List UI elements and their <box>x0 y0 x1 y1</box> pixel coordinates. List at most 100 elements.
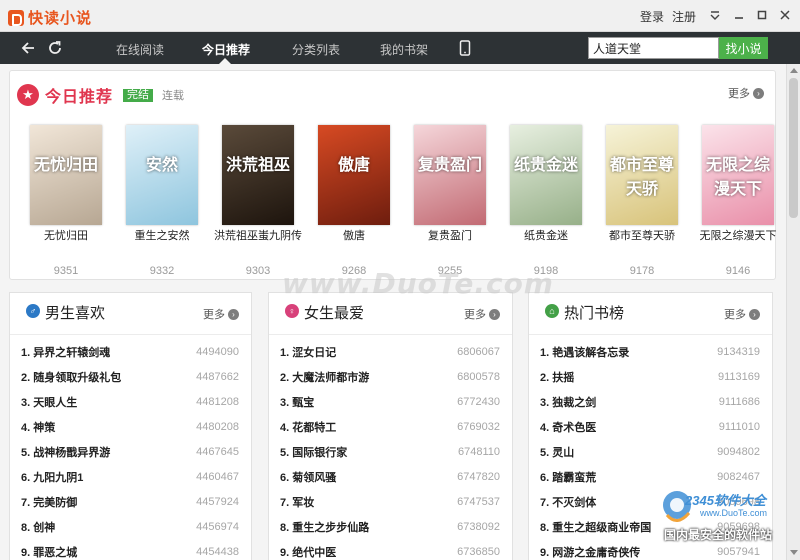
rank-book-name[interactable]: 1. 艳遇该解各忘录 <box>540 344 629 360</box>
book-title[interactable]: 无忧归田 <box>18 229 114 257</box>
rank-row[interactable]: 8. 创神 4456974 <box>21 514 239 539</box>
book-card[interactable]: 复贵盈门 复贵盈门 9255 <box>402 125 498 277</box>
rank-book-name[interactable]: 9. 网游之金庸奇侠传 <box>540 544 640 560</box>
book-title[interactable]: 重生之安然 <box>114 229 210 257</box>
rank-row[interactable]: 7. 军妆 6747537 <box>280 489 500 514</box>
rank-book-name[interactable]: 9. 绝代中医 <box>280 544 336 560</box>
book-card[interactable]: 都市至尊天骄 都市至尊天骄 9178 <box>594 125 690 277</box>
serial-tag[interactable]: 连载 <box>162 87 184 103</box>
rank-book-name[interactable]: 8. 重生之超级商业帝国 <box>540 519 651 535</box>
book-cover[interactable]: 纸贵金迷 <box>510 125 582 225</box>
rank-row[interactable]: 4. 神策 4480208 <box>21 414 239 439</box>
male-more-link[interactable]: 更多 › <box>203 306 239 322</box>
back-arrow-icon[interactable] <box>18 38 38 58</box>
rank-book-name[interactable]: 6. 九阳九阴1 <box>21 469 83 485</box>
rank-row[interactable]: 1. 艳遇该解各忘录 9134319 <box>540 339 760 364</box>
book-cover[interactable]: 无忧归田 <box>30 125 102 225</box>
rank-row[interactable]: 4. 花都特工 6769032 <box>280 414 500 439</box>
nav-online-reading[interactable]: 在线阅读 <box>116 41 164 58</box>
mobile-phone-icon[interactable] <box>455 38 475 58</box>
book-cover[interactable]: 洪荒祖巫 <box>222 125 294 225</box>
book-title[interactable]: 洪荒祖巫蚩九阴传 <box>210 229 306 257</box>
book-title[interactable]: 纸贵金迷 <box>498 229 594 257</box>
rank-book-name[interactable]: 6. 菊领风骚 <box>280 469 336 485</box>
rank-book-name[interactable]: 4. 神策 <box>21 419 55 435</box>
login-link[interactable]: 登录 <box>640 8 664 25</box>
rank-row[interactable]: 3. 独裁之剑 9111686 <box>540 389 760 414</box>
rank-book-name[interactable]: 3. 天眼人生 <box>21 394 77 410</box>
minimize-icon[interactable] <box>730 6 748 24</box>
book-card[interactable]: 安然 重生之安然 9332 <box>114 125 210 277</box>
rank-row[interactable]: 1. 涩女日记 6806067 <box>280 339 500 364</box>
completed-tag[interactable]: 完结 <box>123 88 154 102</box>
book-title[interactable]: 傲唐 <box>306 229 402 257</box>
book-card[interactable]: 傲唐 傲唐 9268 <box>306 125 402 277</box>
rank-row[interactable]: 2. 大魔法师都市游 6800578 <box>280 364 500 389</box>
rank-book-name[interactable]: 2. 扶摇 <box>540 369 574 385</box>
female-more-link[interactable]: 更多 › <box>464 306 500 322</box>
scroll-up-icon[interactable] <box>790 68 798 73</box>
book-title[interactable]: 无限之综漫天下 <box>690 229 786 257</box>
rank-book-name[interactable]: 4. 奇术色医 <box>540 419 596 435</box>
book-title[interactable]: 都市至尊天骄 <box>594 229 690 257</box>
rank-row[interactable]: 3. 天眼人生 4481208 <box>21 389 239 414</box>
rank-row[interactable]: 6. 九阳九阴1 4460467 <box>21 464 239 489</box>
refresh-icon[interactable] <box>45 38 65 58</box>
rank-row[interactable]: 5. 灵山 9094802 <box>540 439 760 464</box>
rank-book-name[interactable]: 4. 花都特工 <box>280 419 336 435</box>
rank-book-name[interactable]: 9. 罪恶之城 <box>21 544 77 560</box>
rank-book-name[interactable]: 7. 完美防御 <box>21 494 77 510</box>
book-title[interactable]: 复贵盈门 <box>402 229 498 257</box>
rank-row[interactable]: 4. 奇术色医 9111010 <box>540 414 760 439</box>
rank-row[interactable]: 9. 绝代中医 6736850 <box>280 539 500 560</box>
nav-my-bookshelf[interactable]: 我的书架 <box>380 41 428 58</box>
book-cover[interactable]: 无限之综漫天下 <box>702 125 774 225</box>
search-input[interactable] <box>588 37 719 59</box>
book-card[interactable]: 无忧归田 无忧归田 9351 <box>18 125 114 277</box>
rank-row[interactable]: 7. 完美防御 4457924 <box>21 489 239 514</box>
rank-row[interactable]: 5. 国际银行家 6748110 <box>280 439 500 464</box>
rank-book-name[interactable]: 5. 灵山 <box>540 444 574 460</box>
rank-row[interactable]: 1. 异界之轩辕剑魂 4494090 <box>21 339 239 364</box>
rank-row[interactable]: 3. 甄宝 6772430 <box>280 389 500 414</box>
book-cover-title: 纸贵金迷 <box>513 155 578 174</box>
rank-book-name[interactable]: 7. 军妆 <box>280 494 314 510</box>
book-card[interactable]: 纸贵金迷 纸贵金迷 9198 <box>498 125 594 277</box>
book-card[interactable]: 洪荒祖巫 洪荒祖巫蚩九阴传 9303 <box>210 125 306 277</box>
rank-row[interactable]: 2. 随身领取升级礼包 4487662 <box>21 364 239 389</box>
rank-book-name[interactable]: 3. 独裁之剑 <box>540 394 596 410</box>
register-link[interactable]: 注册 <box>672 8 696 25</box>
rank-book-count: 6800578 <box>457 370 500 383</box>
rank-row[interactable]: 5. 战神杨戬异界游 4467645 <box>21 439 239 464</box>
rank-book-name[interactable]: 8. 创神 <box>21 519 55 535</box>
rank-book-name[interactable]: 1. 涩女日记 <box>280 344 336 360</box>
recommend-more-link[interactable]: 更多 › <box>728 85 764 101</box>
rank-row[interactable]: 8. 重生之步步仙路 6738092 <box>280 514 500 539</box>
rank-book-name[interactable]: 5. 战神杨戬异界游 <box>21 444 110 460</box>
rank-book-name[interactable]: 6. 踏霸蛮荒 <box>540 469 596 485</box>
book-cover[interactable]: 傲唐 <box>318 125 390 225</box>
book-cover[interactable]: 都市至尊天骄 <box>606 125 678 225</box>
book-cover[interactable]: 复贵盈门 <box>414 125 486 225</box>
search-button[interactable]: 找小说 <box>719 37 768 59</box>
rank-book-name[interactable]: 7. 不灭剑体 <box>540 494 596 510</box>
rank-book-name[interactable]: 8. 重生之步步仙路 <box>280 519 369 535</box>
rank-book-name[interactable]: 3. 甄宝 <box>280 394 314 410</box>
book-card[interactable]: 无限之综漫天下 无限之综漫天下 9146 <box>690 125 786 277</box>
rank-row[interactable]: 9. 罪恶之城 4454438 <box>21 539 239 560</box>
rank-book-name[interactable]: 1. 异界之轩辕剑魂 <box>21 344 110 360</box>
menu-dropdown-icon[interactable] <box>706 6 724 24</box>
rank-book-name[interactable]: 5. 国际银行家 <box>280 444 347 460</box>
rank-book-count: 6748110 <box>457 445 500 458</box>
book-cover[interactable]: 安然 <box>126 125 198 225</box>
close-icon[interactable] <box>776 6 794 24</box>
rank-row[interactable]: 6. 菊领风骚 6747820 <box>280 464 500 489</box>
rank-book-name[interactable]: 2. 大魔法师都市游 <box>280 369 369 385</box>
hot-more-link[interactable]: 更多 › <box>724 306 760 322</box>
maximize-icon[interactable] <box>753 6 771 24</box>
rank-row[interactable]: 2. 扶摇 9113169 <box>540 364 760 389</box>
rank-book-name[interactable]: 2. 随身领取升级礼包 <box>21 369 121 385</box>
nav-category-list[interactable]: 分类列表 <box>292 41 340 58</box>
scrollbar-thumb[interactable] <box>789 78 798 218</box>
nav-today-recommend[interactable]: 今日推荐 <box>202 41 250 58</box>
